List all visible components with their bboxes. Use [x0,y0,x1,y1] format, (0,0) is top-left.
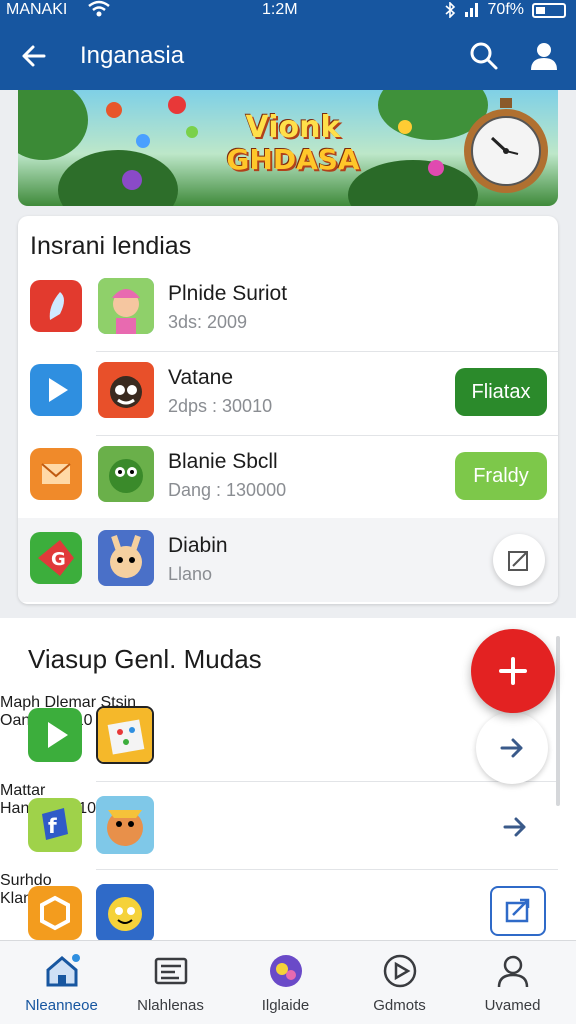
page-title: Inganasia [80,42,185,69]
featured-list-card: Insrani lendias Plnide Suriot 3ds: 2009 … [18,216,558,604]
home-icon [46,954,80,987]
battery-icon [532,2,566,18]
add-fab-button[interactable] [471,629,555,713]
nav-label: Gdmots [373,997,426,1014]
edit-icon [508,551,528,571]
app-bar: Inganasia [0,22,576,90]
item-meta: Llano [168,564,213,584]
featured-heading: Insrani lendias [30,232,192,260]
item-name: Blanie Sbcll [168,450,278,473]
arrow-right-icon [500,738,523,758]
game-icon [270,955,302,987]
item-name: Surhdo [0,872,52,889]
svg-text:G: G [51,549,66,570]
item-meta: 3ds: 2009 [168,312,248,332]
plus-icon [499,657,527,685]
clock-time: 1:2M [262,1,298,18]
list-item[interactable]: Vatane 2dps : 30010 Fliatax [18,352,558,436]
nav-item-games[interactable]: Ilglaide [228,941,343,1024]
envelope-icon [30,448,82,500]
signal-icon [464,3,478,17]
promo-banner[interactable]: Vionk GHDASA [18,90,558,206]
list-icon [154,957,188,985]
play-icon [28,708,82,762]
next-button[interactable] [476,712,548,784]
section-heading: Viasup Genl. Mudas [28,644,262,674]
game-thumbnail [96,884,154,942]
item-name: Plnide Suriot [168,282,288,305]
nav-item-list[interactable]: Nlahlenas [113,941,228,1024]
f-logo-icon: f [28,798,82,852]
g-logo-icon: G [30,532,82,584]
game-thumbnail [96,796,154,854]
stopwatch-icon [464,98,548,193]
item-meta: Dang : 130000 [168,480,287,500]
nav-label: Nlahlenas [137,997,204,1014]
list-item[interactable]: Plnide Suriot 3ds: 2009 [18,268,558,352]
item-name: Diabin [168,534,228,557]
item-meta: 2dps : 30010 [168,396,273,416]
play-icon [30,364,82,416]
wifi-icon [88,0,110,17]
svg-text:f: f [48,814,57,838]
nav-label: Uvamed [484,997,541,1014]
status-bar: MANAKI 1:2M 70f% [0,0,576,22]
list-item[interactable]: Blanie Sbcll Dang : 130000 Fraldy [18,436,558,520]
nav-item-media[interactable]: Gdmots [342,941,457,1024]
game-thumbnail [98,446,154,502]
edit-button[interactable] [493,534,545,586]
play-circle-icon [383,954,417,988]
nav-label: Ilglaide [261,997,310,1014]
item-name: Vatane [168,366,233,389]
export-button[interactable] [490,886,546,936]
export-icon [505,898,530,923]
back-arrow-icon[interactable] [16,38,52,74]
bluetooth-icon [445,2,455,18]
nav-label: Nleanneoe [25,997,98,1014]
list-item[interactable]: f Mattar Hanp : 190100 [0,782,576,870]
feather-icon [30,280,82,332]
game-thumbnail [98,362,154,418]
nav-item-home[interactable]: Nleanneoe [4,941,119,1024]
profile-icon[interactable] [526,38,562,74]
user-icon [497,955,529,988]
game-thumbnail [96,706,154,764]
action-button[interactable]: Fraldy [455,452,547,500]
bottom-navigation: Nleanneoe Nlahlenas Ilglaide Gdmots Uvam… [0,940,576,1024]
nav-item-profile[interactable]: Uvamed [455,941,570,1024]
item-name: Mattar [0,782,46,799]
action-button[interactable]: Fliatax [455,368,547,416]
arrow-right-icon[interactable] [500,812,530,842]
carrier-label: MANAKI [6,1,68,18]
item-meta: Hanp : 190100 [0,800,105,817]
search-icon[interactable] [466,38,502,74]
game-thumbnail [98,530,154,586]
list-item[interactable]: G Diabin Llano [18,518,558,602]
scrollbar[interactable] [556,636,560,806]
battery-percent: 70f% [487,1,524,18]
banner-logo: Vionk GHDASA [226,110,360,176]
hexagon-icon [28,886,82,940]
game-thumbnail [98,278,154,334]
